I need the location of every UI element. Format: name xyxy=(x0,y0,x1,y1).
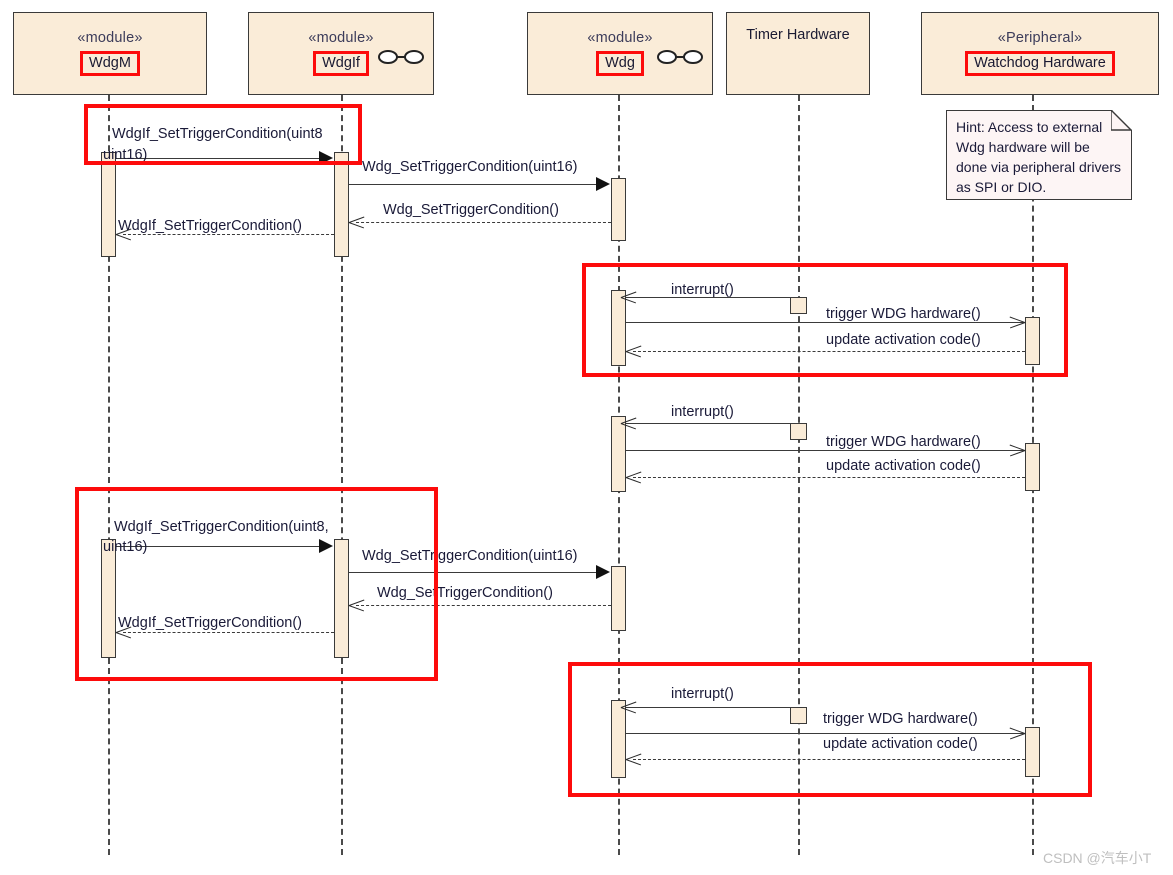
message-line-m10 xyxy=(633,477,1025,478)
lifeline-head-wdghw[interactable]: «Peripheral» Watchdog Hardware xyxy=(921,12,1159,95)
hint-note: Hint: Access to external Wdg hardware wi… xyxy=(946,110,1132,200)
highlight-interrupt-1 xyxy=(582,263,1068,377)
arrowhead-m8 xyxy=(621,416,636,431)
ball-and-socket-icon-wdgif xyxy=(378,50,424,64)
lifeline-name-wdgif: WdgIf xyxy=(313,50,369,77)
lifeline-head-wdgm[interactable]: «module» WdgM xyxy=(13,12,207,95)
activation-bar-wdghw-3 xyxy=(1025,443,1040,491)
message-label-m2: Wdg_SetTriggerCondition(uint16) xyxy=(362,159,578,175)
arrowhead-m9 xyxy=(1010,443,1025,458)
message-label-m10: update activation code() xyxy=(826,458,981,474)
activation-bar-wdgm-1 xyxy=(101,152,116,257)
highlight-set-trigger-1 xyxy=(84,104,362,165)
lifeline-name-wdgm: WdgM xyxy=(80,50,140,77)
message-line-m3 xyxy=(356,222,611,223)
lifeline-head-timer[interactable]: Timer Hardware xyxy=(726,12,870,95)
watermark: CSDN @汽车小T xyxy=(1043,850,1152,866)
lifeline-name-wdg: Wdg xyxy=(596,50,644,77)
activation-bar-wdgif-1 xyxy=(334,152,349,257)
stereotype-label: «module» xyxy=(308,29,374,46)
arrowhead-m2 xyxy=(596,177,610,191)
message-label-m3: Wdg_SetTriggerCondition() xyxy=(383,202,559,218)
arrowhead-m3 xyxy=(349,215,364,230)
lifeline-name-timer: Timer Hardware xyxy=(746,27,850,43)
stereotype-label: «Peripheral» xyxy=(997,29,1083,46)
highlight-interrupt-3 xyxy=(568,662,1092,797)
message-line-m2 xyxy=(349,184,599,185)
sequence-diagram-canvas: «module» WdgM «module» WdgIf «module» Wd… xyxy=(0,0,1173,875)
note-fold-lines xyxy=(1111,110,1132,131)
ball-and-socket-icon-wdg xyxy=(657,50,703,64)
arrowhead-m10 xyxy=(626,470,641,485)
activation-bar-wdg-4 xyxy=(611,566,626,631)
stereotype-label: «module» xyxy=(587,29,653,46)
highlight-set-trigger-2 xyxy=(75,487,438,681)
lifeline-name-wdghw: Watchdog Hardware xyxy=(965,50,1115,77)
activation-bar-wdg-1 xyxy=(611,178,626,241)
message-label-m9: trigger WDG hardware() xyxy=(826,434,981,450)
message-label-m4: WdgIf_SetTriggerCondition() xyxy=(118,218,303,234)
message-label-m8: interrupt() xyxy=(671,404,734,420)
activation-bar-timer-3 xyxy=(790,423,807,440)
stereotype-label: «module» xyxy=(77,29,143,46)
message-line-m8 xyxy=(626,423,790,424)
arrowhead-m12 xyxy=(596,565,610,579)
hint-note-text: Hint: Access to external Wdg hardware wi… xyxy=(956,119,1121,195)
